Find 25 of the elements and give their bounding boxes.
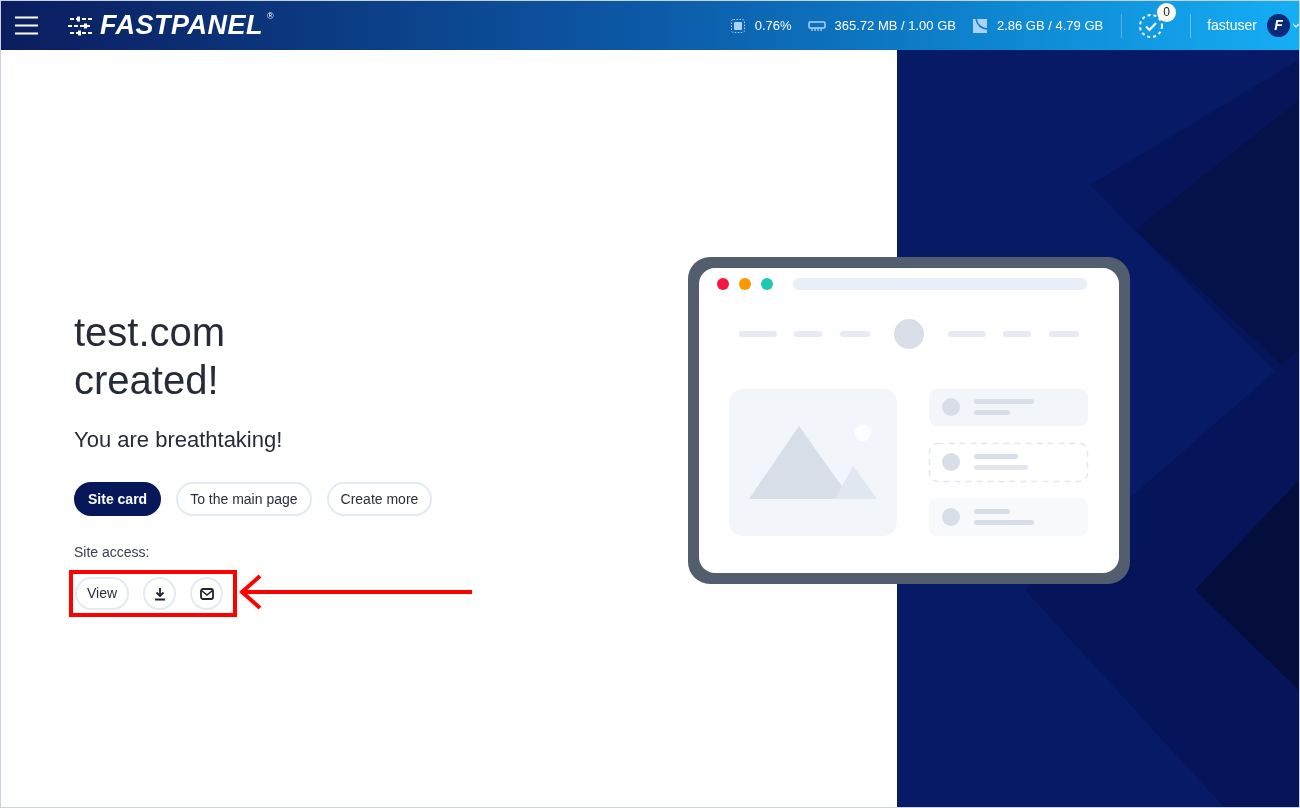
tasks-count-badge: 0 (1157, 2, 1177, 22)
username: fastuser (1207, 16, 1257, 35)
download-button[interactable] (143, 577, 177, 610)
stat-value: 2.86 GB / 4.79 GB (996, 16, 1104, 35)
stat-value: 365.72 MB / 1.00 GB (834, 16, 956, 35)
registered-mark: ® (267, 10, 274, 23)
download-icon (152, 586, 167, 601)
subtitle: You are breathtaking! (74, 426, 283, 454)
tasks-button[interactable] (1138, 12, 1165, 39)
headline-line: created! (74, 357, 219, 404)
tasks-icon (1138, 12, 1165, 39)
mail-button[interactable] (190, 577, 224, 610)
action-button[interactable]: Create more (326, 482, 433, 516)
view-button[interactable]: View (75, 577, 130, 610)
action-button[interactable]: To the main page (176, 482, 312, 516)
logo-text: FASTPANEL (100, 12, 263, 39)
user-avatar[interactable]: F (1267, 14, 1290, 37)
mail-icon (199, 587, 214, 600)
chip-icon (729, 17, 746, 34)
menu-icon (14, 16, 38, 35)
memory-icon (807, 19, 826, 32)
headline-line: test.com (74, 309, 226, 356)
stat-value: 0.76% (754, 16, 792, 35)
action-button[interactable]: Site card (74, 482, 162, 516)
access-label: Site access: (74, 543, 150, 562)
